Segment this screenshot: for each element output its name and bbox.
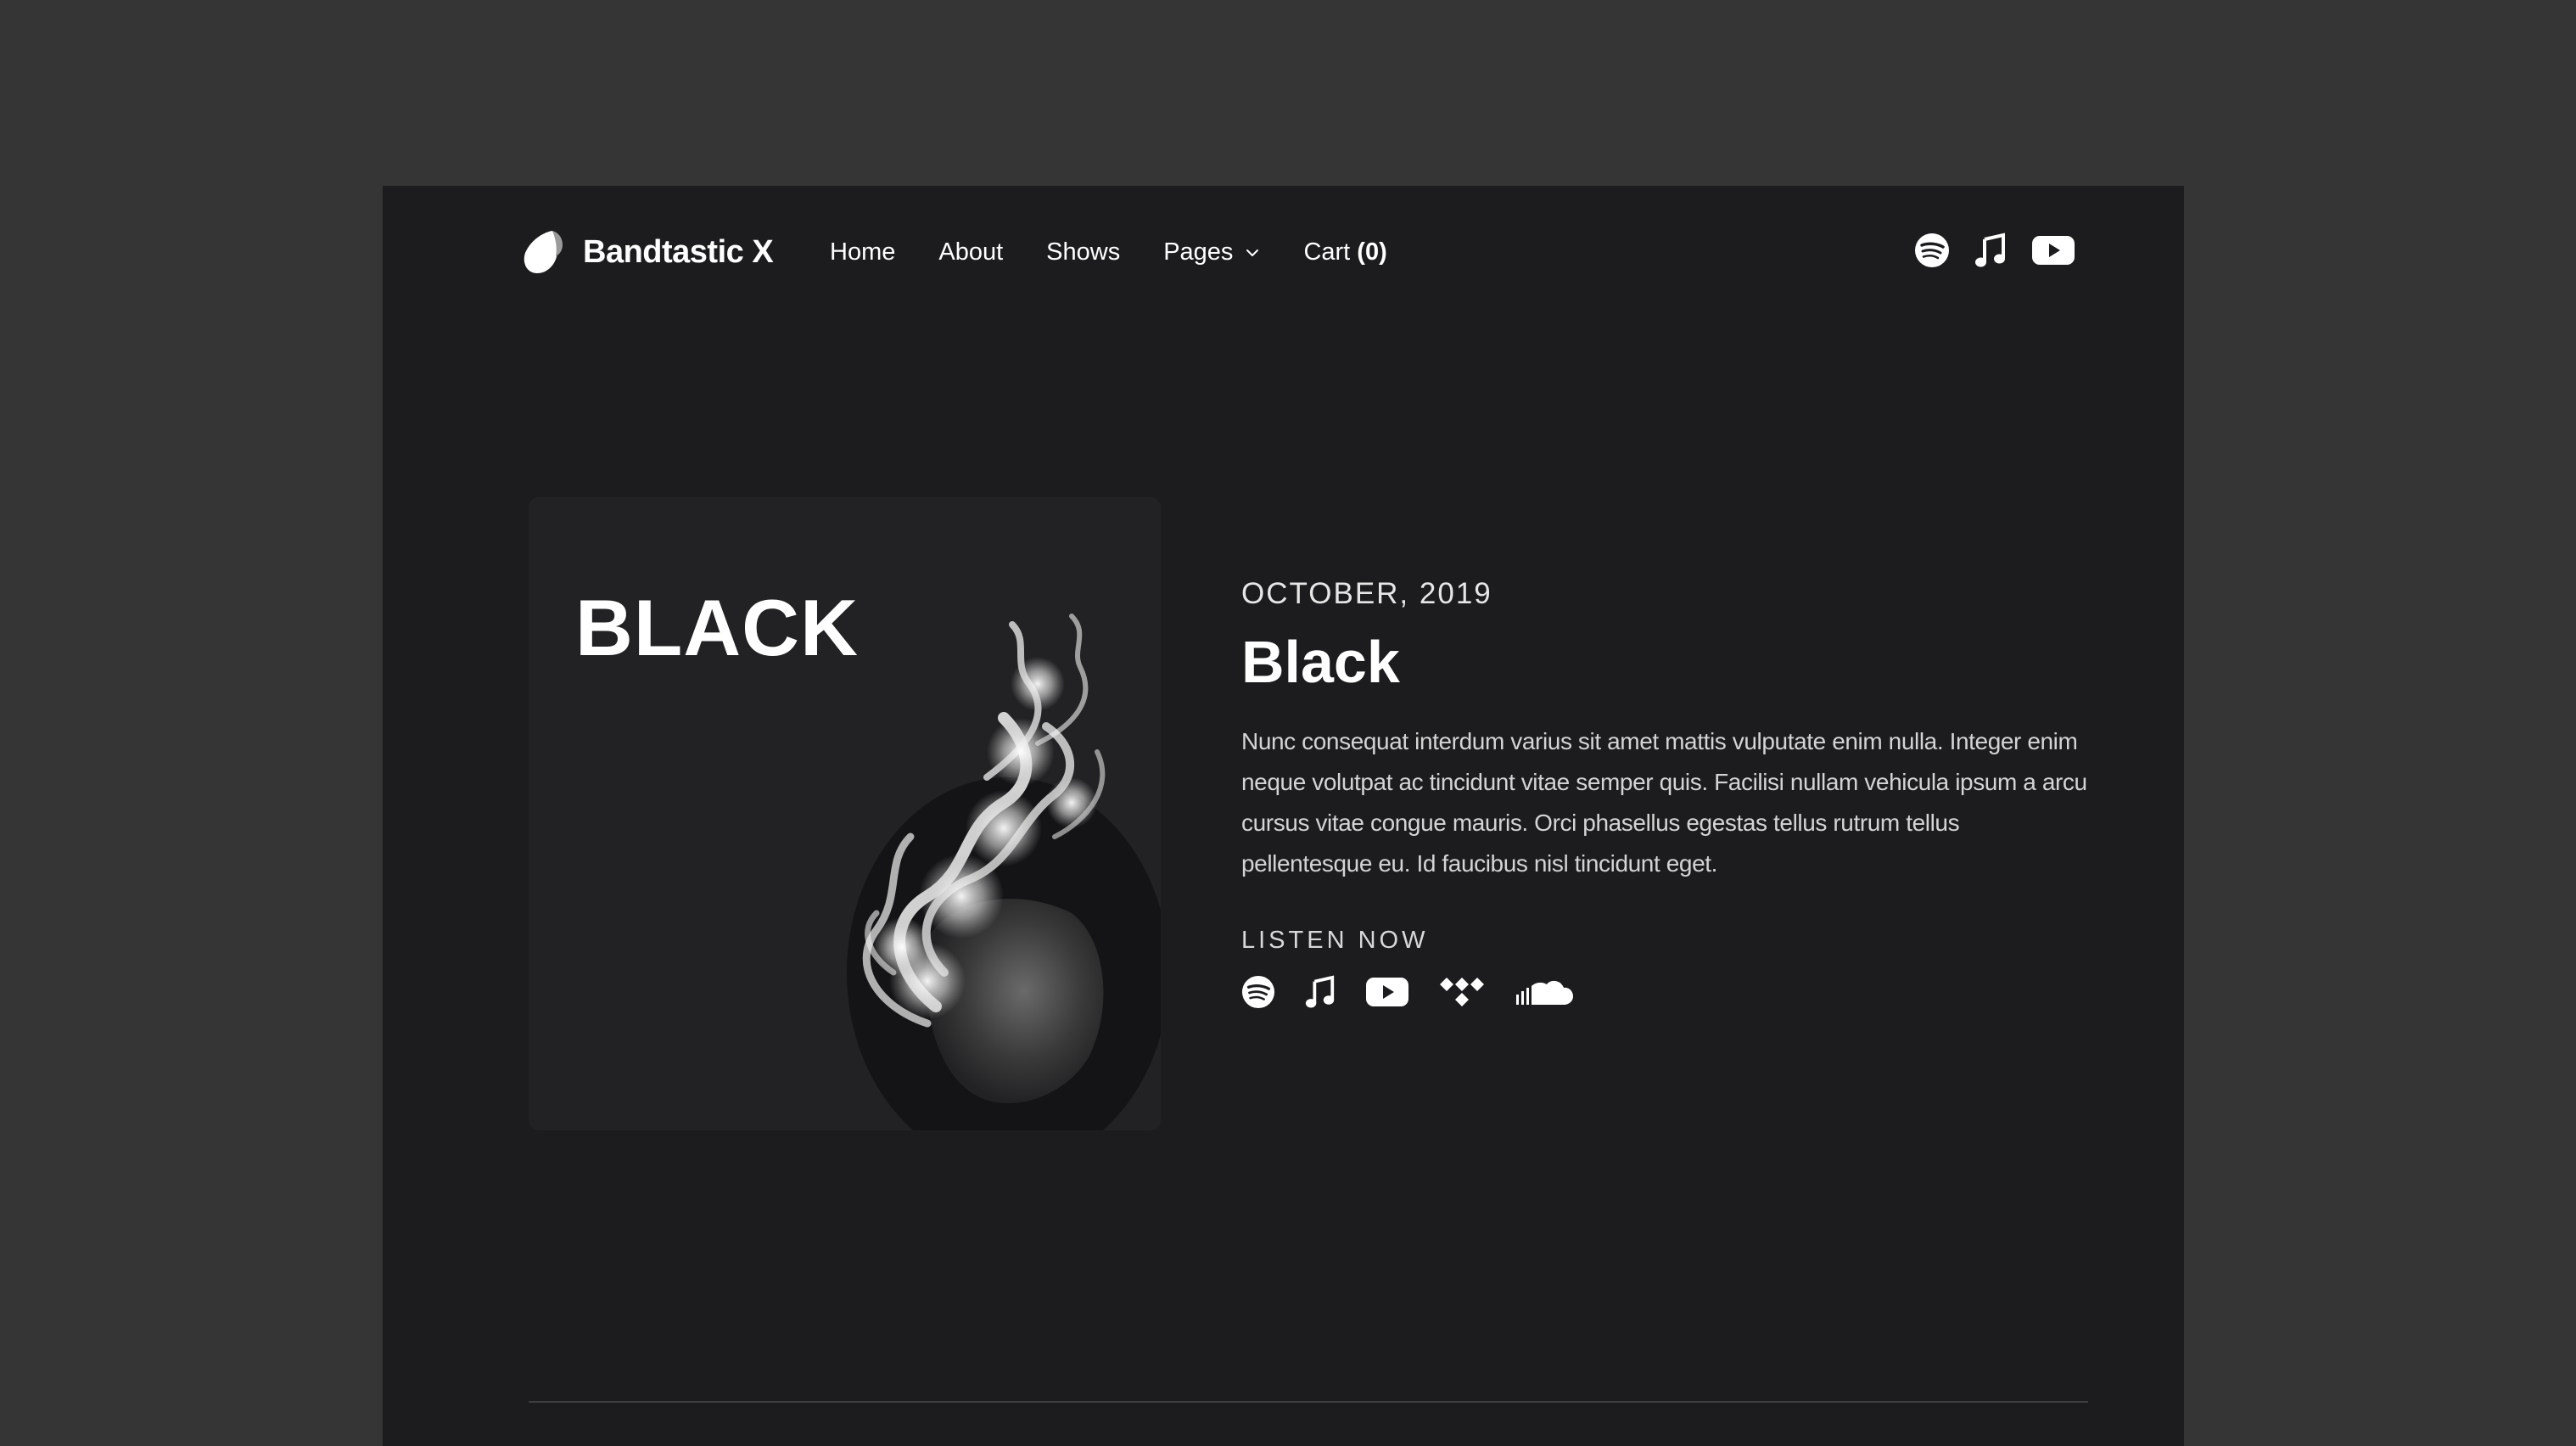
listen-tidal-link[interactable] xyxy=(1438,976,1486,1008)
listen-soundcloud-link[interactable] xyxy=(1515,976,1574,1008)
listen-youtube-link[interactable] xyxy=(1365,976,1409,1008)
header-youtube-link[interactable] xyxy=(2031,234,2075,266)
nav-about-label: About xyxy=(938,238,1004,266)
nav-shows-label: Shows xyxy=(1046,238,1121,266)
site-header: Bandtastic X Home About Shows Pages Cart xyxy=(383,186,2184,322)
nav-cart-label: Cart xyxy=(1303,238,1351,266)
nav-shows[interactable]: Shows xyxy=(1046,238,1120,266)
brand-name: Bandtastic X xyxy=(583,233,774,270)
logo-leaf-icon xyxy=(524,231,563,273)
cart-count: (0) xyxy=(1357,238,1387,266)
header-apple-music-link[interactable] xyxy=(1974,233,2008,268)
release-date: OCTOBER, 2019 xyxy=(1241,577,1492,610)
album-info: OCTOBER, 2019 Black Nunc consequat inter… xyxy=(1241,577,2090,1009)
header-spotify-link[interactable] xyxy=(1914,233,1950,268)
brand-logo[interactable]: Bandtastic X xyxy=(518,227,774,277)
youtube-icon xyxy=(1366,978,1408,1006)
album-cover[interactable]: BLACK xyxy=(529,497,1161,1130)
spotify-icon xyxy=(1915,233,1949,267)
main-nav: Home About Shows Pages Cart (0) xyxy=(830,238,1431,266)
nav-cart[interactable]: Cart (0) xyxy=(1303,238,1386,266)
album-description: Nunc consequat interdum varius sit amet … xyxy=(1241,728,2087,877)
nav-about[interactable]: About xyxy=(938,238,1003,266)
album-title: Black xyxy=(1241,629,1400,695)
listen-now-label: LISTEN NOW xyxy=(1241,927,1429,954)
spotify-icon xyxy=(1241,975,1275,1009)
album-cover-title: BLACK xyxy=(575,583,859,672)
nav-pages-label: Pages xyxy=(1163,238,1234,266)
listen-spotify-link[interactable] xyxy=(1241,975,1275,1009)
listen-now-links xyxy=(1241,975,2090,1009)
apple-music-icon xyxy=(1975,233,2005,267)
nav-home-label: Home xyxy=(830,238,896,266)
section-divider xyxy=(529,1401,2088,1403)
tidal-icon xyxy=(1440,978,1484,1006)
header-social-links xyxy=(1914,233,2075,268)
chevron-down-icon xyxy=(1246,249,1259,256)
soundcloud-icon xyxy=(1516,980,1573,1005)
listen-apple-music-link[interactable] xyxy=(1304,975,1336,1009)
youtube-icon xyxy=(2032,236,2075,265)
nav-pages-dropdown[interactable]: Pages xyxy=(1163,238,1260,266)
apple-music-icon xyxy=(1305,975,1335,1008)
nav-home[interactable]: Home xyxy=(830,238,895,266)
site-frame: Bandtastic X Home About Shows Pages Cart xyxy=(383,186,2184,1446)
